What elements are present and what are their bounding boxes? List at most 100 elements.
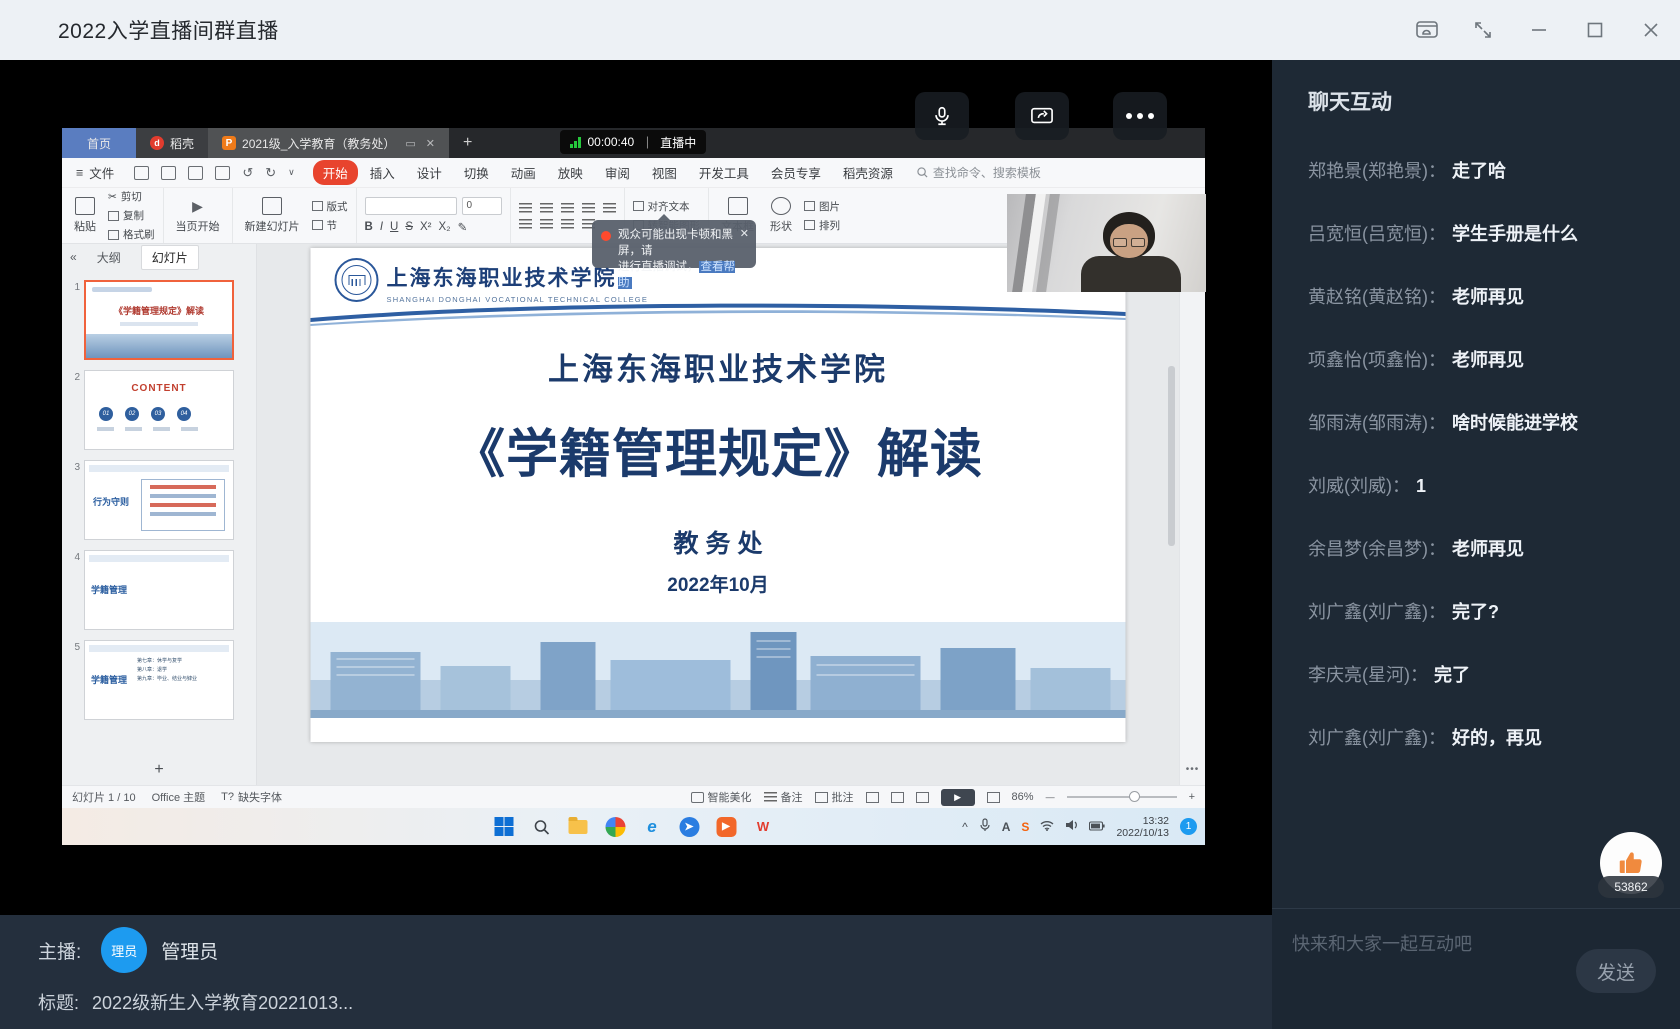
vertical-scrollbar[interactable] xyxy=(1168,366,1175,546)
minimize-icon[interactable] xyxy=(1528,19,1550,41)
missing-font-warning[interactable]: T? 缺失字体 xyxy=(221,789,282,805)
ribbon-tab-view[interactable]: 视图 xyxy=(642,160,687,185)
tab-slides[interactable]: 幻灯片 xyxy=(141,245,199,270)
wps-icon[interactable]: W xyxy=(752,816,774,838)
taskbar-clock[interactable]: 13:32 2022/10/13 xyxy=(1116,815,1169,839)
sorter-view-icon[interactable] xyxy=(891,792,904,803)
ribbon-tab-animation[interactable]: 动画 xyxy=(501,160,546,185)
tab-home[interactable]: 首页 xyxy=(62,128,136,158)
align-text-button[interactable]: 对齐文本 xyxy=(633,199,701,214)
sidebar-more-icon[interactable]: ••• xyxy=(1180,764,1205,775)
smart-beautify-button[interactable]: 智能美化 xyxy=(691,789,752,805)
font-family-select[interactable] xyxy=(365,197,457,215)
picture-button[interactable]: 图片 xyxy=(804,199,840,214)
taskbar-search-icon[interactable] xyxy=(530,816,552,838)
preview-icon[interactable] xyxy=(215,166,230,180)
theme-name[interactable]: Office 主题 xyxy=(152,789,206,805)
more-options-button[interactable] xyxy=(1113,92,1167,140)
meeting-app-icon[interactable]: ▶ xyxy=(715,816,737,838)
tray-chevron-icon[interactable]: ^ xyxy=(962,820,968,834)
play-from-current-button[interactable]: ▶ 当页开始 xyxy=(172,198,224,234)
new-tab-button[interactable]: + xyxy=(449,128,486,158)
command-search[interactable]: 查找命令、搜索模板 xyxy=(917,164,1041,181)
ribbon-tab-transition[interactable]: 切换 xyxy=(454,160,499,185)
reading-view-icon[interactable] xyxy=(916,792,929,803)
line-spacing-icon[interactable] xyxy=(561,219,574,229)
indent-decrease-icon[interactable] xyxy=(519,219,532,229)
font-size-select[interactable]: 0 xyxy=(462,197,502,215)
browser-icon[interactable] xyxy=(604,816,626,838)
new-slide-button[interactable]: 新建幻灯片 xyxy=(241,197,304,234)
chat-message-list[interactable]: 郑艳景(郑艳景)：走了哈 吕宽恒(吕宽恒)：学生手册是什么 黄赵铭(黄赵铭)：老… xyxy=(1308,160,1660,790)
section-button[interactable]: 节 xyxy=(312,218,348,233)
zoom-out-icon[interactable]: — xyxy=(1046,792,1055,802)
save-icon[interactable] xyxy=(161,166,176,180)
voice-button[interactable] xyxy=(915,92,969,140)
file-menu[interactable]: ≡ 文件 xyxy=(62,163,124,182)
cloud-drive-icon[interactable]: ➤ xyxy=(678,816,700,838)
ribbon-tab-slideshow[interactable]: 放映 xyxy=(548,160,593,185)
notification-badge[interactable]: 1 xyxy=(1180,818,1197,835)
align-center-icon[interactable] xyxy=(540,203,553,213)
fullscreen-icon[interactable] xyxy=(1472,19,1494,41)
ribbon-tab-insert[interactable]: 插入 xyxy=(360,160,405,185)
like-widget[interactable]: 53862 xyxy=(1598,832,1664,908)
slide-thumbnail-3[interactable]: 行为守则 xyxy=(84,460,234,540)
new-doc-icon[interactable] xyxy=(134,166,149,180)
tray-volume-icon[interactable] xyxy=(1065,819,1078,834)
layout-button[interactable]: 版式 xyxy=(312,199,348,214)
justify-icon[interactable] xyxy=(582,203,595,213)
collapse-panel-icon[interactable]: « xyxy=(70,250,77,264)
superscript-button[interactable]: X² xyxy=(420,221,432,233)
comments-button[interactable]: 批注 xyxy=(815,789,854,805)
close-tab-icon[interactable]: ✕ xyxy=(426,137,435,150)
pip-window-icon[interactable] xyxy=(1416,19,1438,41)
host-avatar[interactable]: 理员 xyxy=(101,927,147,973)
paste-button[interactable]: 粘贴 xyxy=(70,197,100,234)
redo-icon[interactable]: ↻ xyxy=(265,165,276,181)
align-right-icon[interactable] xyxy=(561,203,574,213)
bold-button[interactable]: B xyxy=(365,221,373,233)
send-button[interactable]: 发送 xyxy=(1576,949,1656,993)
slideshow-play-button[interactable]: ▶ xyxy=(941,789,975,806)
ribbon-tab-start[interactable]: 开始 xyxy=(313,160,358,185)
tray-ime-icon[interactable]: A xyxy=(1002,820,1011,834)
presenter-webcam[interactable] xyxy=(1007,194,1206,292)
highlight-button[interactable]: ✎ xyxy=(458,220,468,234)
tab-outline[interactable]: 大纲 xyxy=(87,246,131,269)
tray-mic-icon[interactable] xyxy=(979,818,991,835)
ribbon-tab-review[interactable]: 审阅 xyxy=(595,160,640,185)
share-screen-button[interactable] xyxy=(1015,92,1069,140)
more-caret-icon[interactable]: ∨ xyxy=(288,167,295,178)
start-button[interactable] xyxy=(493,816,515,838)
notes-button[interactable]: 备注 xyxy=(764,789,803,805)
strikethrough-button[interactable]: S xyxy=(405,221,413,233)
indent-increase-icon[interactable] xyxy=(540,219,553,229)
slide-thumbnail-4[interactable]: 学籍管理 xyxy=(84,550,234,630)
slide-thumbnail-2[interactable]: CONTENT 0102 0304 xyxy=(84,370,234,450)
shapes-button[interactable]: 形状 xyxy=(766,197,796,234)
format-painter-button[interactable]: 格式刷 xyxy=(108,227,155,242)
slide-thumbnail-1[interactable]: 《学籍管理规定》解读 xyxy=(84,280,234,360)
undo-icon[interactable]: ↺ xyxy=(242,165,253,181)
cut-button[interactable]: ✂剪切 xyxy=(108,189,155,204)
zoom-percent[interactable]: 86% xyxy=(1012,791,1034,803)
ribbon-tab-docer-res[interactable]: 稻壳资源 xyxy=(833,160,903,185)
ribbon-tab-member[interactable]: 会员专享 xyxy=(761,160,831,185)
italic-button[interactable]: I xyxy=(380,221,383,233)
tab-docer[interactable]: d 稻壳 xyxy=(136,128,208,158)
zoom-slider[interactable] xyxy=(1067,796,1177,798)
tooltip-close-icon[interactable]: ✕ xyxy=(740,226,749,242)
tray-battery-icon[interactable] xyxy=(1089,820,1105,834)
tray-sogou-icon[interactable]: S xyxy=(1021,820,1029,834)
copy-button[interactable]: 复制 xyxy=(108,208,155,223)
slide-thumbnail-5[interactable]: 学籍管理 第七章：休学与复学 第八章：退学 第九章：毕业、结业与肄业 xyxy=(84,640,234,720)
file-explorer-icon[interactable] xyxy=(567,816,589,838)
current-slide[interactable]: 上海东海职业技术学院 SHANGHAI DONGHAI VOCATIONAL T… xyxy=(311,248,1126,742)
subscript-button[interactable]: X₂ xyxy=(439,221,451,233)
align-left-icon[interactable] xyxy=(519,203,532,213)
ie-icon[interactable]: e xyxy=(641,816,663,838)
normal-view-icon[interactable] xyxy=(866,792,879,803)
tab-document[interactable]: P 2021级_入学教育（教务处） ▭ ✕ xyxy=(208,128,449,158)
zoom-slider-handle[interactable] xyxy=(1129,791,1140,802)
